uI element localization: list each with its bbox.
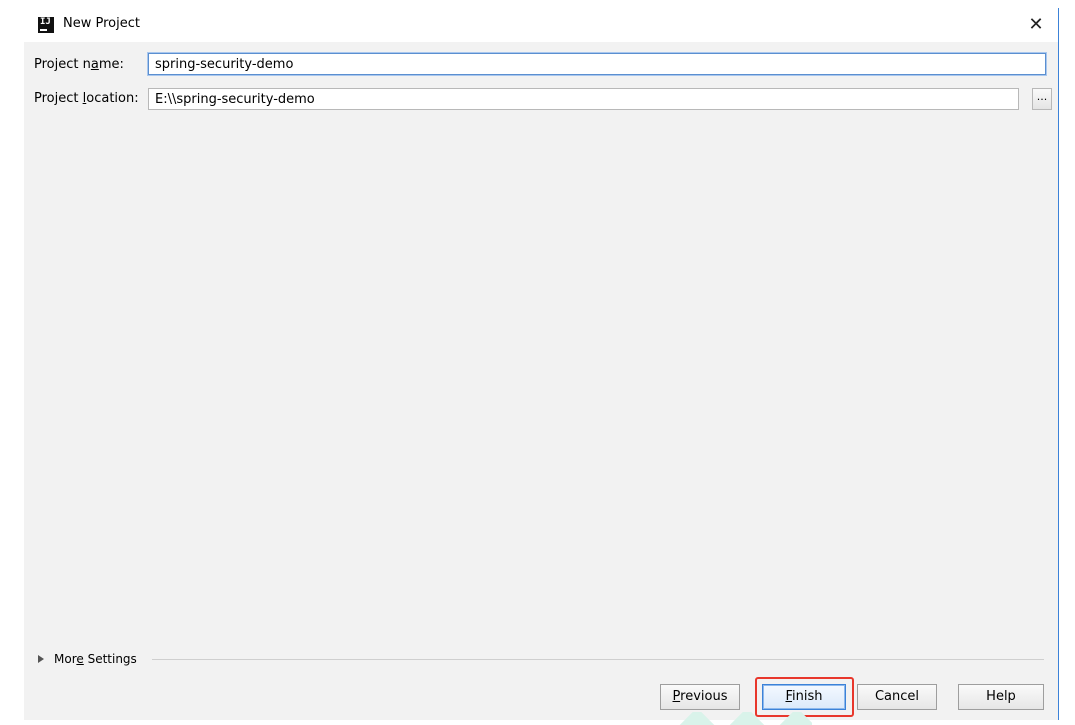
- finish-button[interactable]: Finish: [762, 684, 846, 710]
- project-location-row: Project location: ...: [24, 86, 1058, 112]
- help-button[interactable]: Help: [958, 684, 1044, 710]
- new-project-dialog: IJ New Project ✕ Project name: Project l…: [24, 8, 1059, 720]
- more-settings-divider: [152, 659, 1044, 660]
- browse-button[interactable]: ...: [1032, 88, 1052, 110]
- title-bar: IJ New Project ✕: [24, 8, 1058, 42]
- close-icon[interactable]: ✕: [1024, 13, 1048, 37]
- project-name-input[interactable]: [148, 53, 1046, 75]
- project-name-row: Project name:: [24, 52, 1058, 78]
- more-settings-label: More Settings: [54, 652, 137, 666]
- previous-button[interactable]: Previous: [660, 684, 740, 710]
- cancel-button[interactable]: Cancel: [857, 684, 937, 710]
- project-location-input[interactable]: [148, 88, 1019, 110]
- more-settings-toggle[interactable]: More Settings: [38, 652, 137, 666]
- dialog-title: New Project: [63, 16, 140, 31]
- project-location-label: Project location:: [34, 91, 139, 106]
- project-name-label: Project name:: [34, 57, 124, 72]
- intellij-idea-icon: IJ: [38, 17, 54, 33]
- watermark-decoration: [672, 712, 812, 725]
- expand-triangle-icon: [38, 655, 44, 663]
